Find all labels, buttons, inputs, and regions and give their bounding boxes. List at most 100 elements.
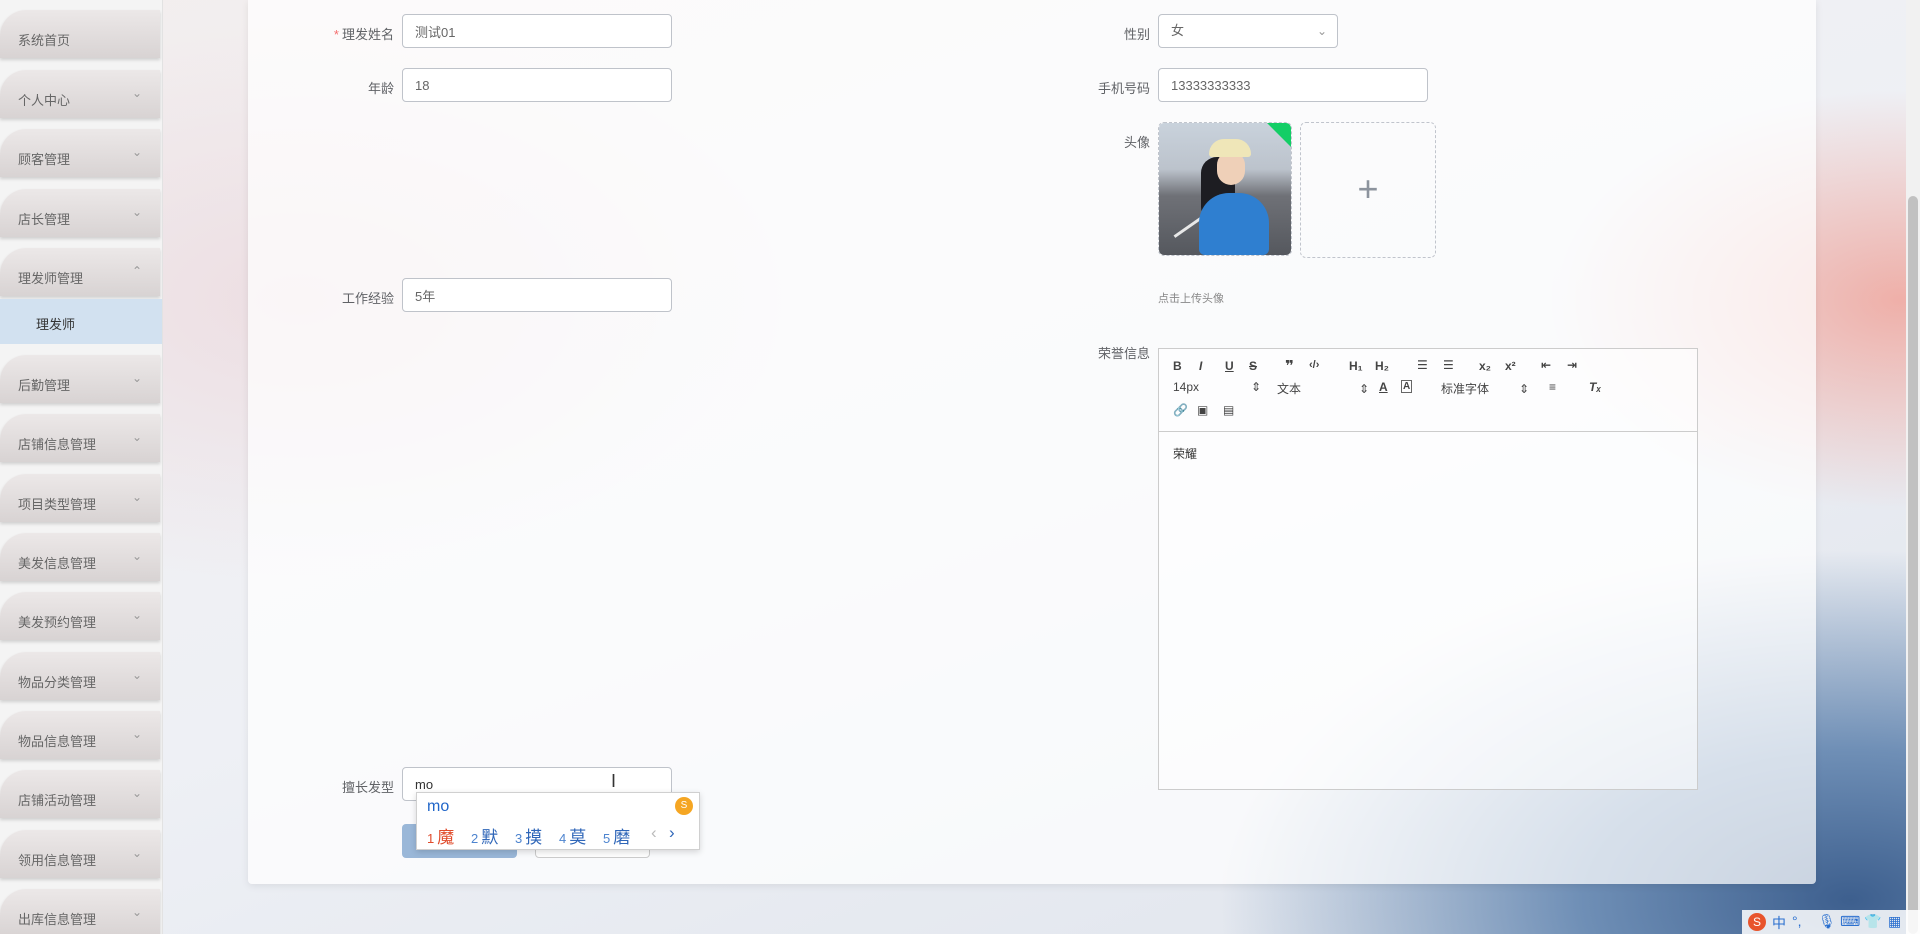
- h2-icon[interactable]: H₂: [1375, 359, 1389, 373]
- font-color-icon[interactable]: A: [1379, 380, 1388, 394]
- text-style-select[interactable]: 文本 ⇕: [1277, 380, 1369, 397]
- background-color-icon[interactable]: A: [1401, 380, 1413, 393]
- honor-label: 荣誉信息: [1097, 346, 1150, 361]
- indent-icon[interactable]: ⇥: [1567, 358, 1577, 372]
- sidebar-item-goods-info[interactable]: 物品信息管理 ⌄: [0, 711, 162, 761]
- ime-candidate-1[interactable]: 1魔: [427, 823, 454, 848]
- name-label-text: 理发姓名: [341, 27, 394, 42]
- sidebar-item-hair-info[interactable]: 美发信息管理 ⌄: [0, 533, 162, 583]
- sidebar-item-logistics[interactable]: 后勤管理 ⌄: [0, 355, 162, 405]
- sidebar-subitem-barber[interactable]: 理发师: [0, 299, 162, 344]
- ime-candidate-window: mo S 1魔 2默 3摸 4莫 5磨 ‹ ›: [416, 792, 700, 850]
- age-input[interactable]: [402, 68, 672, 102]
- avatar-preview[interactable]: [1158, 122, 1292, 256]
- editor-toolbar: B I U S ❞ ‹/› H₁ H₂ ☰ ☰ x₂ x² ⇤ ⇥ 14px ⇕ …: [1159, 349, 1697, 432]
- ime-candidate-5[interactable]: 5磨: [603, 823, 630, 848]
- link-icon[interactable]: 🔗: [1173, 403, 1188, 417]
- chevron-down-icon: ⌄: [131, 608, 142, 622]
- chevron-down-icon: ⌄: [131, 205, 142, 219]
- chevron-down-icon: ⌄: [131, 86, 142, 100]
- page-scrollbar[interactable]: [1906, 0, 1920, 934]
- underline-icon[interactable]: U: [1225, 359, 1234, 373]
- experience-input[interactable]: [402, 278, 672, 312]
- image-icon[interactable]: ▣: [1197, 403, 1208, 417]
- gender-select[interactable]: 女 ⌄: [1158, 14, 1338, 48]
- ime-candidate-number: 2: [471, 831, 479, 846]
- strike-icon[interactable]: S: [1249, 359, 1257, 373]
- bold-icon[interactable]: B: [1173, 359, 1182, 373]
- sidebar-item-customer[interactable]: 顾客管理 ⌄: [0, 129, 162, 179]
- editor-content[interactable]: 荣耀: [1173, 445, 1197, 462]
- sidebar-item-shop-info[interactable]: 店铺信息管理 ⌄: [0, 414, 162, 464]
- avatar-upload-button[interactable]: +: [1300, 122, 1436, 258]
- ime-next-page[interactable]: ›: [669, 823, 675, 843]
- sogou-logo-icon[interactable]: S: [675, 797, 693, 815]
- sidebar-item-label: 个人中心: [18, 93, 71, 108]
- h1-icon[interactable]: H₁: [1349, 359, 1363, 373]
- experience-label: 工作经验: [341, 291, 394, 306]
- ime-candidate-number: 4: [559, 831, 567, 846]
- sidebar-item-requisition[interactable]: 领用信息管理 ⌄: [0, 830, 162, 880]
- sidebar-item-home[interactable]: 系统首页: [0, 10, 162, 60]
- chevron-down-icon: ⌄: [131, 549, 142, 563]
- ime-candidate-char: 魔: [437, 828, 455, 847]
- chevron-down-icon: ⌄: [131, 786, 142, 800]
- sidebar-item-personal-center[interactable]: 个人中心 ⌄: [0, 70, 162, 120]
- sidebar-item-hair-booking[interactable]: 美发预约管理 ⌄: [0, 592, 162, 642]
- superscript-icon[interactable]: x²: [1505, 359, 1516, 373]
- ime-language[interactable]: 中: [1772, 913, 1786, 933]
- plus-icon: +: [1357, 168, 1379, 209]
- toolbox-icon[interactable]: ▦: [1888, 913, 1901, 930]
- chevron-down-icon: ⌄: [131, 668, 142, 682]
- chevron-down-icon: ⌄: [1316, 24, 1327, 38]
- phone-input[interactable]: [1158, 68, 1428, 102]
- chevron-down-icon: ⌄: [131, 727, 142, 741]
- subscript-icon[interactable]: x₂: [1479, 359, 1491, 373]
- italic-icon[interactable]: I: [1199, 359, 1202, 373]
- sidebar-item-goods-category[interactable]: 物品分类管理 ⌄: [0, 652, 162, 702]
- sidebar-item-label: 美发预约管理: [18, 615, 97, 630]
- skin-icon[interactable]: 👕: [1864, 913, 1881, 930]
- ime-punctuation[interactable]: °,: [1792, 913, 1802, 929]
- clear-format-icon[interactable]: Tₓ: [1589, 380, 1601, 394]
- sogou-icon[interactable]: S: [1748, 913, 1766, 931]
- ime-candidate-4[interactable]: 4莫: [559, 823, 586, 848]
- keyboard-icon[interactable]: ⌨: [1840, 913, 1860, 930]
- ime-candidate-char: 默: [481, 828, 499, 847]
- ime-candidate-3[interactable]: 3摸: [515, 823, 542, 848]
- ime-candidate-char: 摸: [525, 828, 543, 847]
- bullet-list-icon[interactable]: ☰: [1443, 358, 1454, 372]
- microphone-icon[interactable]: 🎙: [1818, 913, 1836, 930]
- font-family-select[interactable]: 标准字体 ⇕: [1441, 380, 1529, 397]
- code-icon[interactable]: ‹/›: [1309, 359, 1319, 371]
- sidebar-item-label: 物品分类管理: [18, 675, 97, 690]
- sidebar-item-outbound[interactable]: 出库信息管理 ⌄: [0, 889, 162, 934]
- sidebar-item-barber[interactable]: 理发师管理 ⌃: [0, 248, 162, 298]
- ime-candidate-char: 莫: [569, 828, 587, 847]
- align-icon[interactable]: ≡: [1549, 380, 1556, 394]
- scrollbar-thumb[interactable]: [1908, 196, 1918, 934]
- chevron-down-icon: ⌄: [131, 430, 142, 444]
- phone-label: 手机号码: [1097, 81, 1150, 96]
- ime-candidate-2[interactable]: 2默: [471, 823, 498, 848]
- honor-rich-editor[interactable]: B I U S ❞ ‹/› H₁ H₂ ☰ ☰ x₂ x² ⇤ ⇥ 14px ⇕ …: [1158, 348, 1698, 790]
- sidebar-item-project-type[interactable]: 项目类型管理 ⌄: [0, 474, 162, 524]
- ime-candidate-char: 磨: [613, 828, 631, 847]
- ime-prev-page[interactable]: ‹: [651, 823, 657, 843]
- avatar-label: 头像: [1123, 135, 1150, 150]
- video-icon[interactable]: ▤: [1223, 403, 1234, 417]
- font-size-select[interactable]: 14px ⇕: [1173, 380, 1261, 394]
- sidebar-item-label: 系统首页: [18, 33, 71, 48]
- sidebar-item-manager[interactable]: 店长管理 ⌄: [0, 189, 162, 239]
- chevron-down-icon: ⌄: [131, 846, 142, 860]
- sidebar-item-label: 后勤管理: [18, 378, 71, 393]
- sidebar-item-label: 店铺活动管理: [18, 793, 97, 808]
- ime-candidate-number: 5: [603, 831, 611, 846]
- specialty-label: 擅长发型: [341, 780, 394, 795]
- ordered-list-icon[interactable]: ☰: [1417, 358, 1428, 372]
- sidebar-item-shop-activity[interactable]: 店铺活动管理 ⌄: [0, 770, 162, 820]
- blockquote-icon[interactable]: ❞: [1285, 357, 1294, 375]
- outdent-icon[interactable]: ⇤: [1541, 358, 1551, 372]
- chevron-up-icon: ⌃: [131, 264, 142, 278]
- name-input[interactable]: [402, 14, 672, 48]
